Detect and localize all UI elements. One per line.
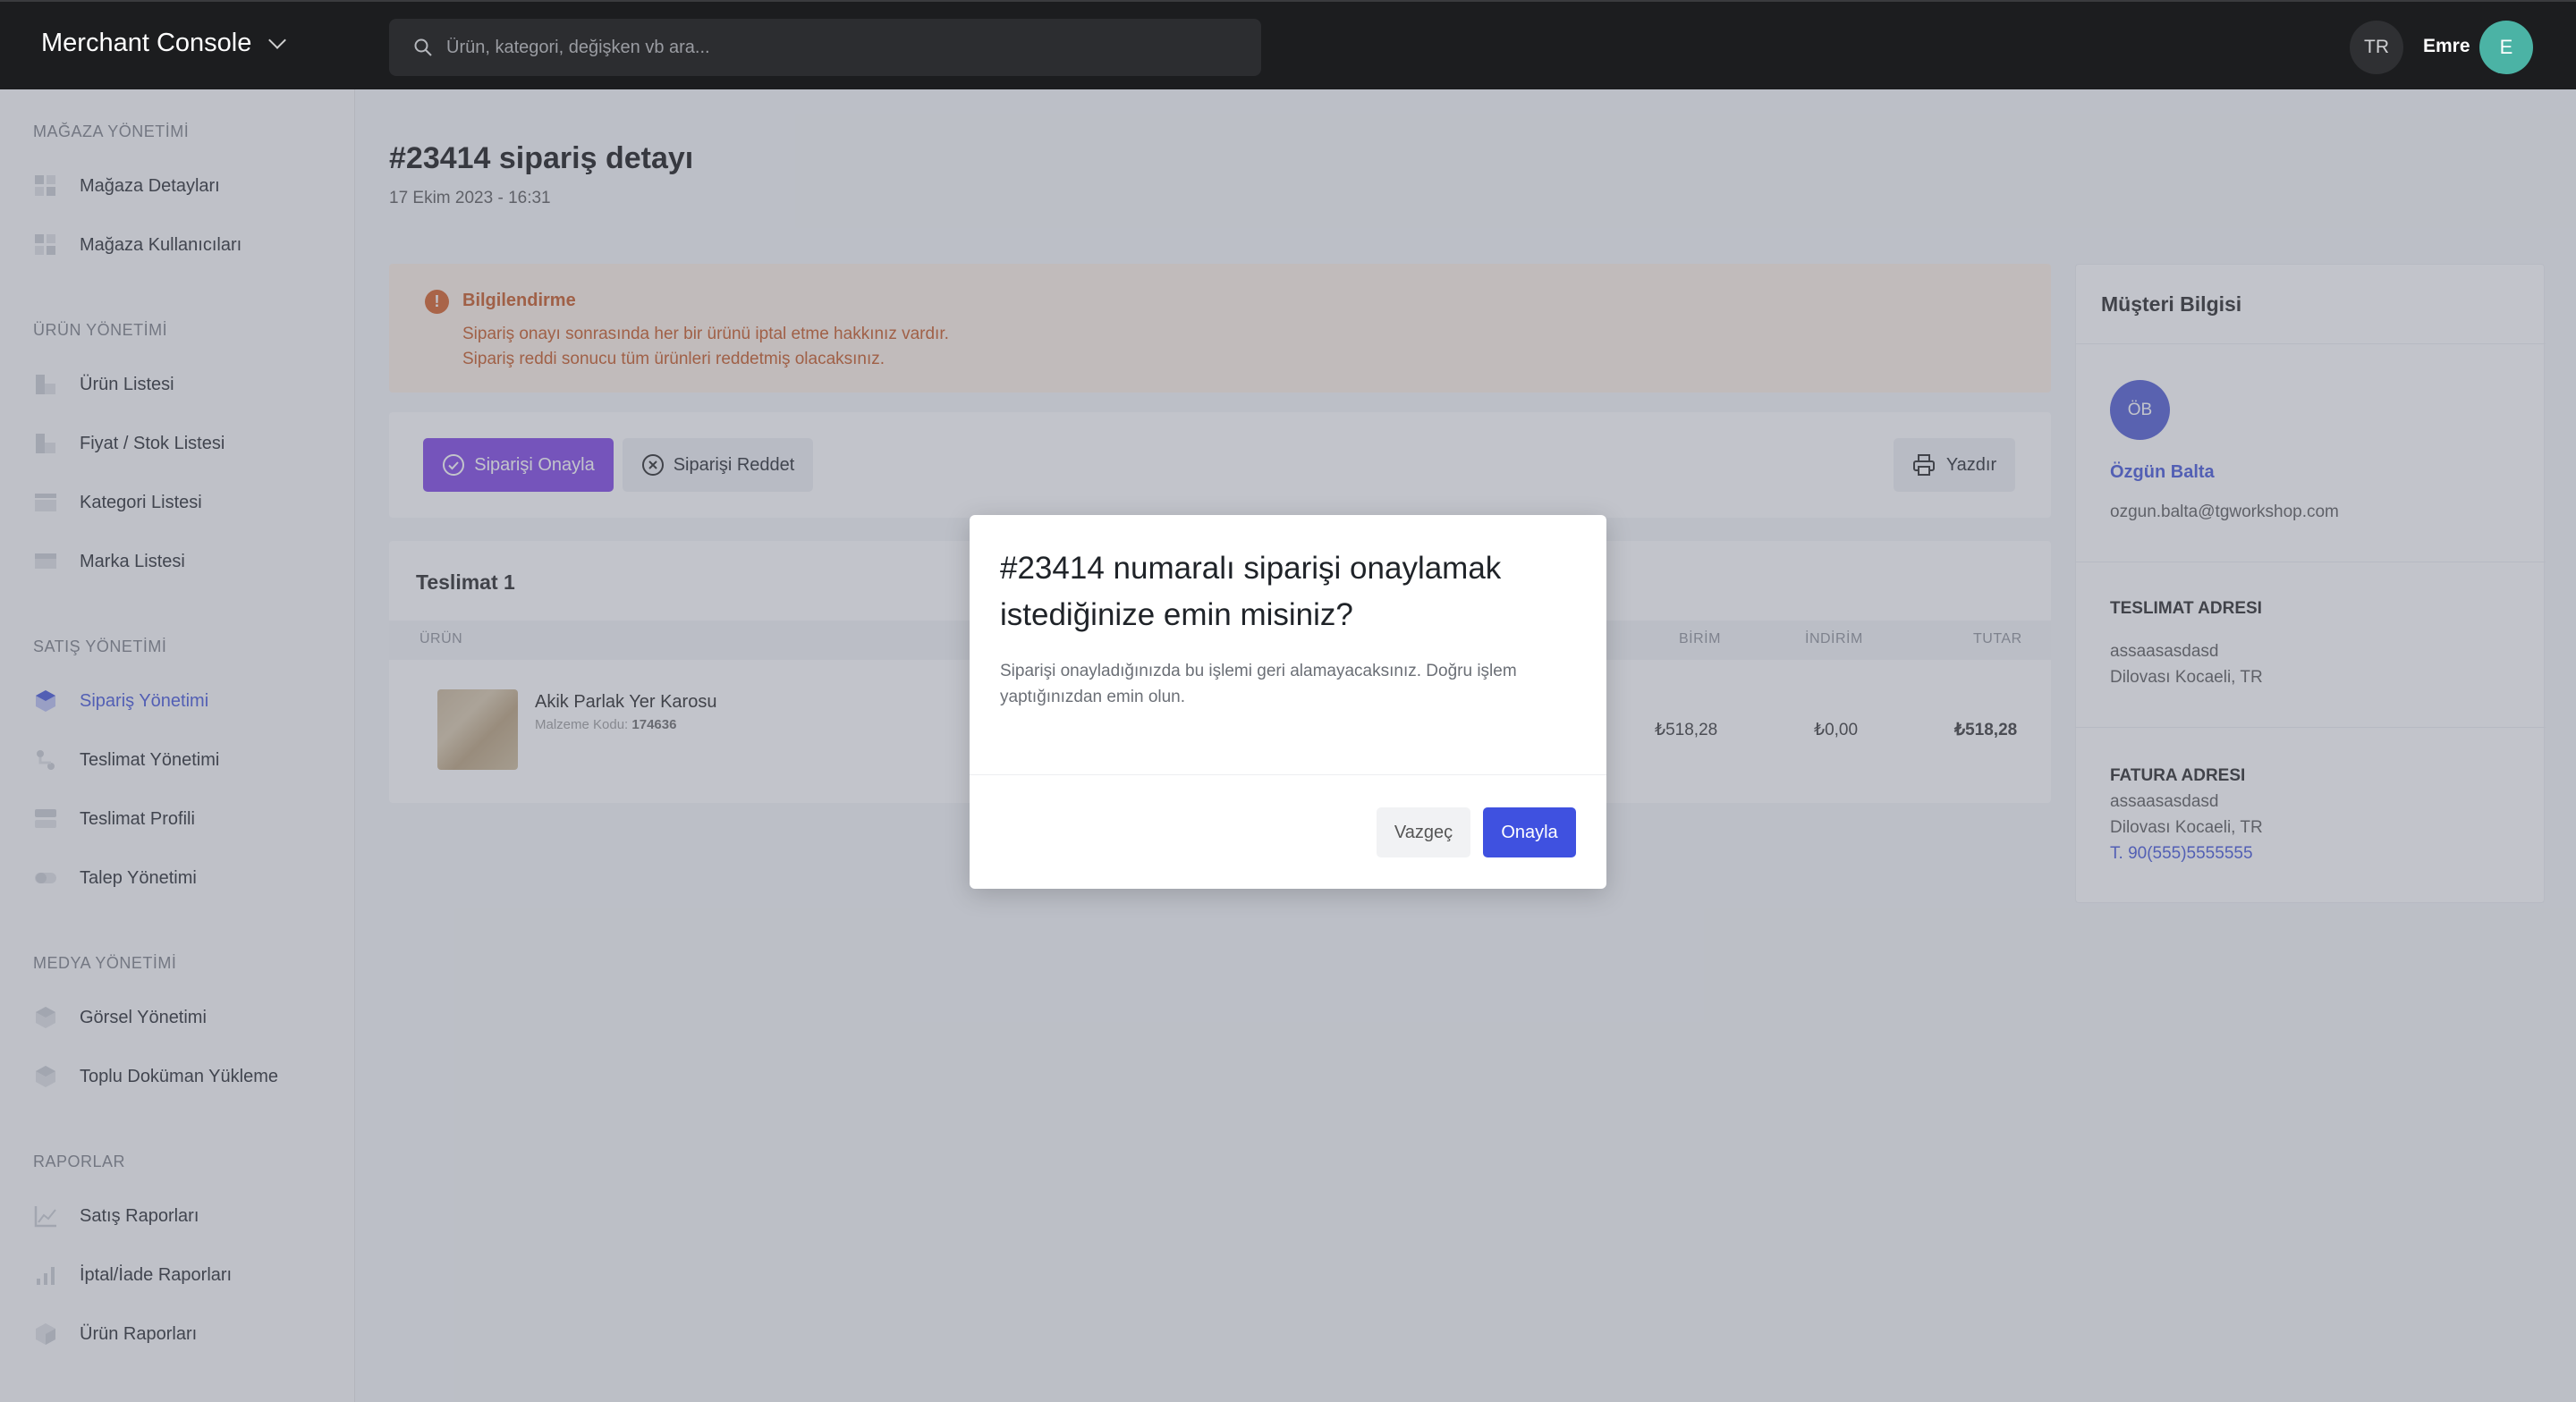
chevron-down-icon — [268, 30, 287, 49]
user-avatar[interactable]: E — [2479, 21, 2533, 74]
dialog-title: #23414 numaralı siparişi onaylamak isted… — [1000, 551, 1502, 632]
top-bar: Merchant Console TR Emre E — [0, 0, 2576, 89]
confirm-dialog: #23414 numaralı siparişi onaylamak isted… — [970, 515, 1606, 889]
divider — [970, 774, 1606, 775]
confirm-button[interactable]: Onayla — [1483, 807, 1576, 857]
dialog-message: Siparişi onayladığınızda bu işlemi geri … — [1000, 662, 1517, 706]
cancel-button[interactable]: Vazgeç — [1377, 807, 1470, 857]
search-icon — [414, 38, 432, 56]
app-title: Merchant Console — [41, 29, 252, 57]
language-button[interactable]: TR — [2350, 21, 2403, 74]
search-box[interactable] — [389, 19, 1261, 76]
app-switcher[interactable]: Merchant Console — [41, 29, 287, 58]
user-name[interactable]: Emre — [2423, 36, 2470, 57]
search-input[interactable] — [446, 37, 1233, 58]
